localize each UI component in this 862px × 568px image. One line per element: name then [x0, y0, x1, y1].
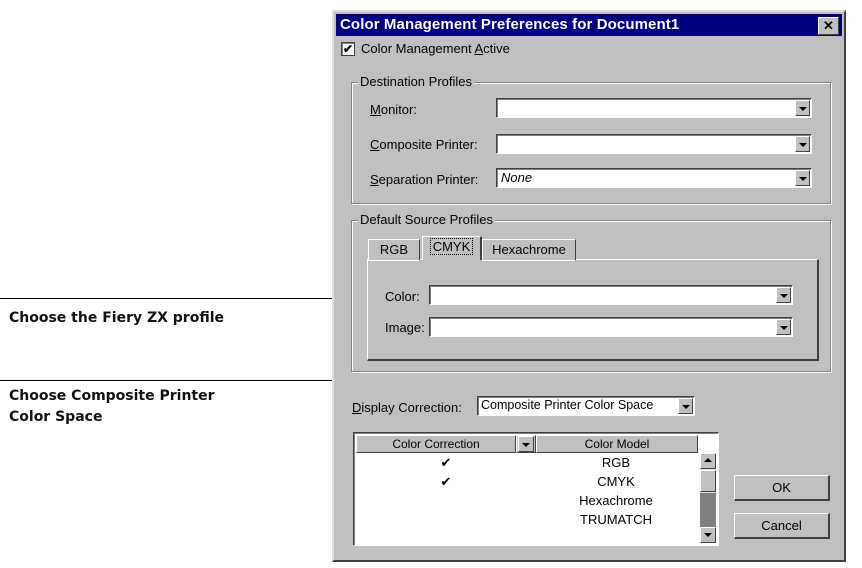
- scroll-down-icon[interactable]: [700, 527, 716, 543]
- list-scrollbar[interactable]: [700, 453, 716, 543]
- checkmark-icon: ✔: [440, 455, 452, 470]
- composite-printer-combo[interactable]: [496, 134, 812, 154]
- checkmark-icon: ✔: [342, 42, 354, 56]
- close-button[interactable]: ✕: [818, 17, 839, 35]
- dialog-title: Color Management Preferences for Documen…: [340, 16, 680, 33]
- cancel-button[interactable]: Cancel: [734, 513, 830, 539]
- display-correction-combo[interactable]: Composite Printer Color Space: [477, 396, 695, 416]
- callout-composite-line1: Choose Composite Printer: [9, 388, 215, 404]
- destination-profiles-legend: Destination Profiles: [358, 74, 474, 89]
- source-tab-panel: [367, 259, 819, 361]
- image-label: Image:: [385, 320, 425, 335]
- chevron-down-icon[interactable]: [795, 136, 810, 152]
- source-profiles-legend: Default Source Profiles: [358, 212, 495, 227]
- cm-active-label: Color Management Active: [361, 41, 510, 56]
- cm-active-checkbox[interactable]: ✔: [341, 42, 355, 56]
- chevron-down-icon[interactable]: [776, 319, 791, 335]
- callout-composite-line2: Color Space: [9, 409, 103, 425]
- table-row[interactable]: TRUMATCH: [356, 512, 696, 530]
- tab-rgb[interactable]: RGB: [368, 239, 420, 261]
- table-row[interactable]: ✔ CMYK: [356, 474, 696, 492]
- chevron-down-icon[interactable]: [795, 170, 810, 186]
- color-model-list[interactable]: Color Correction Color Model ✔ RGB ✔ CMYK …: [353, 432, 719, 546]
- scroll-track[interactable]: [700, 493, 716, 527]
- display-correction-label: Display Correction:: [352, 400, 462, 415]
- leader-line-fiery: [0, 298, 342, 299]
- checkmark-icon: ✔: [440, 474, 452, 489]
- tab-cmyk[interactable]: CMYK: [422, 236, 482, 260]
- separation-printer-combo[interactable]: None: [496, 168, 812, 188]
- column-header-color-correction[interactable]: Color Correction: [356, 435, 516, 453]
- column-header-dropdown[interactable]: [516, 435, 536, 453]
- composite-printer-label: Composite Printer:: [370, 137, 478, 152]
- scroll-up-icon[interactable]: [700, 453, 716, 469]
- separation-printer-label: Separation Printer:: [370, 172, 479, 187]
- monitor-label: Monitor:: [370, 102, 417, 117]
- tab-hexachrome[interactable]: Hexachrome: [482, 239, 576, 261]
- callout-fiery-profile: Choose the Fiery ZX profile: [9, 310, 225, 326]
- source-color-combo[interactable]: [429, 285, 793, 305]
- ok-button[interactable]: OK: [734, 475, 830, 501]
- chevron-down-icon[interactable]: [678, 398, 693, 414]
- source-image-combo[interactable]: [429, 317, 793, 337]
- dialog-titlebar[interactable]: Color Management Preferences for Documen…: [336, 14, 842, 36]
- monitor-combo[interactable]: [496, 98, 812, 118]
- scroll-thumb[interactable]: [700, 470, 716, 492]
- table-row[interactable]: Hexachrome: [356, 493, 696, 511]
- chevron-down-icon[interactable]: [795, 100, 810, 116]
- close-icon: ✕: [823, 18, 834, 33]
- column-header-color-model[interactable]: Color Model: [536, 435, 698, 453]
- chevron-down-icon[interactable]: [776, 287, 791, 303]
- chevron-down-icon: [518, 436, 534, 452]
- table-row[interactable]: ✔ RGB: [356, 455, 696, 473]
- color-label: Color:: [385, 289, 420, 304]
